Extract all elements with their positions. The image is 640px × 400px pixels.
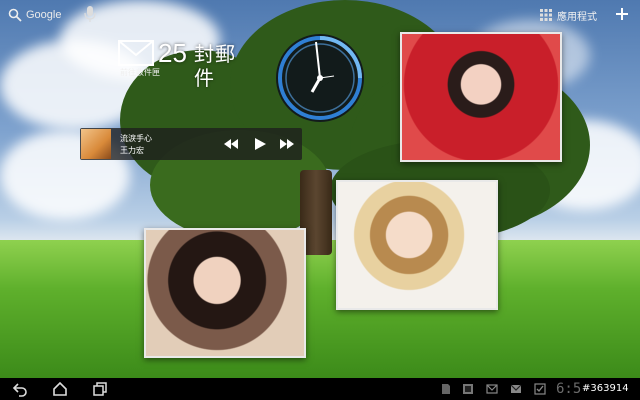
add-icon	[616, 8, 628, 20]
music-player-widget[interactable]: 流淚手心 王力宏	[80, 128, 302, 160]
play-icon[interactable]	[252, 136, 268, 152]
google-search-button[interactable]: Google	[8, 6, 61, 24]
apps-label: 應用程式	[557, 11, 597, 23]
status-clock[interactable]: 6:5	[556, 381, 581, 397]
download-done-icon[interactable]	[534, 383, 546, 395]
photo-frame-widget[interactable]	[144, 228, 306, 358]
photo-frame-widget[interactable]	[400, 32, 562, 162]
watermark: #363914	[582, 383, 629, 394]
add-widget-button[interactable]	[612, 4, 632, 24]
recent-apps-icon[interactable]	[92, 381, 108, 397]
envelope-icon	[118, 40, 154, 66]
photo-frame-widget[interactable]	[336, 180, 498, 310]
album-art[interactable]	[81, 129, 111, 159]
apps-button[interactable]: 應用程式	[540, 6, 597, 24]
search-icon	[8, 8, 22, 22]
apps-grid-icon	[540, 9, 552, 21]
back-icon[interactable]	[12, 381, 28, 397]
go-to-inbox-link[interactable]: 前往收件匣	[120, 67, 160, 78]
system-nav-bar: 6:5	[0, 378, 640, 400]
analog-clock-widget[interactable]	[272, 30, 368, 126]
top-bar: Google 應用程式	[0, 0, 640, 30]
google-search-label: Google	[26, 9, 62, 21]
gallery-icon[interactable]	[462, 383, 474, 395]
previous-icon[interactable]	[223, 136, 239, 152]
next-icon[interactable]	[279, 136, 295, 152]
unread-count: 25	[158, 38, 187, 68]
unread-suffix: 封郵件	[194, 44, 236, 90]
mail-notification-icon[interactable]	[486, 383, 498, 395]
mail-widget[interactable]: 25 封郵件 前往收件匣	[116, 38, 256, 90]
track-title: 流淚手心	[120, 134, 152, 143]
home-icon[interactable]	[52, 381, 68, 397]
track-artist: 王力宏	[120, 146, 144, 155]
sd-card-icon[interactable]	[440, 383, 452, 395]
gmail-notification-icon[interactable]	[510, 383, 522, 395]
mic-icon[interactable]	[84, 5, 96, 23]
